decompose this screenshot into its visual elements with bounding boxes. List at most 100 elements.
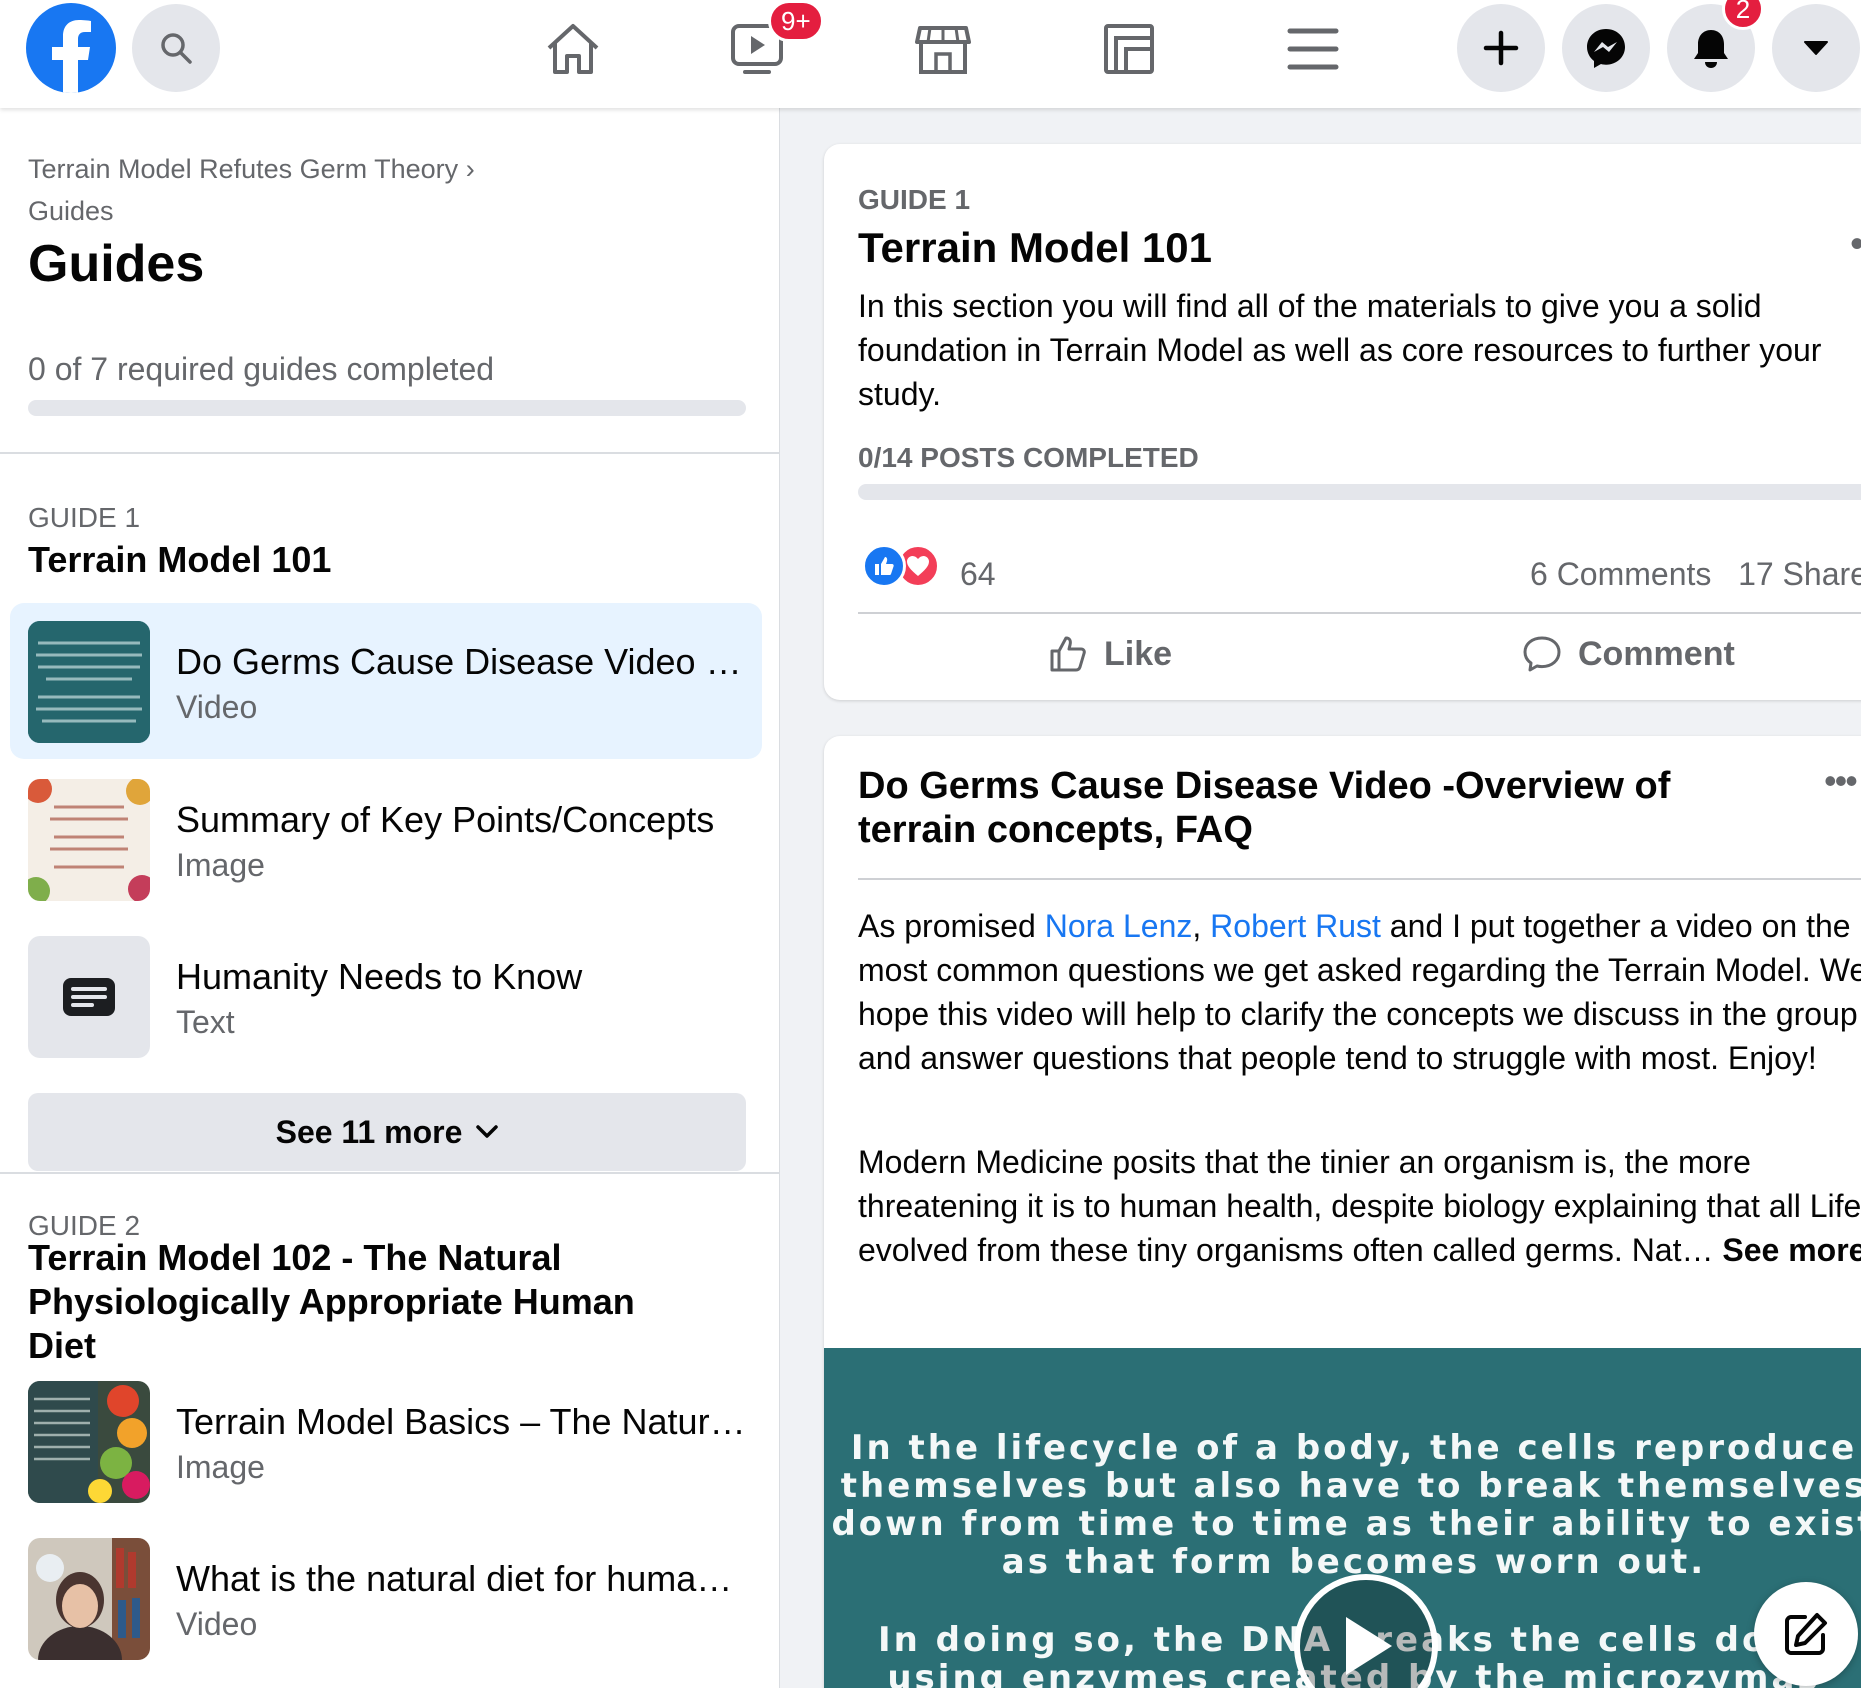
item-thumbnail [28,779,150,901]
video-text-line: down from time to time as their ability … [831,1504,1861,1544]
post-text-segment: , [1192,908,1211,944]
like-label: Like [1104,634,1173,673]
guide-summary-card: GUIDE 1 Terrain Model 101 • In this sect… [824,144,1861,700]
breadcrumb-separator: › [465,154,475,184]
post-paragraph-1: As promised Nora Lenz, Robert Rust and I… [858,904,1861,1080]
posts-completed-text: 0/14 POSTS COMPLETED [858,442,1199,473]
guide-item-type: Image [176,847,265,883]
item-thumbnail [28,1381,150,1503]
search-button[interactable] [132,4,220,92]
play-button[interactable] [1294,1574,1438,1688]
engagement-summary: 6 Comments 17 Shares [1530,556,1861,593]
post-title[interactable]: Do Germs Cause Disease Video -Overview o… [858,764,1738,852]
marketplace-tab[interactable] [908,14,978,84]
video-text-line: themselves but also have to break themse… [840,1466,1861,1506]
see-more-link[interactable]: See more [1722,1232,1861,1268]
video-text-line: as that form becomes worn out. [1001,1542,1707,1582]
guide-item[interactable]: Terrain Model Basics – The Natural Diet … [10,1363,762,1519]
breadcrumb: Terrain Model Refutes Germ Theory › [28,154,475,185]
home-icon [547,24,599,74]
guides-progress-bar [28,400,746,416]
marketplace-icon [915,26,971,74]
guide-item-title: Do Germs Cause Disease Video -Overview o… [176,641,746,682]
guide-2-title-line: Terrain Model 102 - The Natural [28,1237,562,1278]
comment-icon [1523,636,1561,672]
mention-link[interactable]: Nora Lenz [1045,908,1193,944]
guide-item-title: What is the natural diet for humans? [176,1558,746,1599]
breadcrumb-current: Guides [28,196,114,226]
divider [858,612,1861,614]
watch-badge: 9+ [768,0,824,42]
messenger-button[interactable] [1562,4,1650,92]
item-thumbnail [28,936,150,1058]
groups-icon [1104,24,1154,74]
top-navigation-bar: 9+ 2 [0,0,1861,108]
guide-item-title: Terrain Model Basics – The Natural Diet [176,1401,746,1442]
guide-item[interactable]: Do Germs Cause Disease Video -Overview o… [10,603,762,759]
guide-1-label: GUIDE 1 [28,502,141,533]
guide-item-type: Video [176,689,258,725]
guide-item-type: Text [176,1004,235,1040]
guide-card-title: Terrain Model 101 [858,224,1213,271]
guide-item-title: Humanity Needs to Know [176,956,583,997]
plus-icon [1483,30,1519,66]
post-paragraph-2: Modern Medicine posits that the tinier a… [858,1140,1861,1272]
compose-icon [1785,1613,1827,1655]
posts-progress-bar [858,484,1861,500]
facebook-logo-icon[interactable] [26,3,116,93]
account-button[interactable] [1772,4,1860,92]
like-button[interactable]: Like [1048,634,1172,674]
comment-label: Comment [1578,634,1735,673]
thumbs-up-icon [1050,636,1086,672]
guide-1-title[interactable]: Terrain Model 101 [28,538,331,582]
guide-item[interactable]: What is the natural diet for humans? Vid… [10,1520,762,1676]
guides-sidebar: Terrain Model Refutes Germ Theory › Guid… [0,108,780,1688]
guide-2-title[interactable]: Terrain Model 102 - The Natural Physiolo… [28,1236,635,1368]
mention-link[interactable]: Robert Rust [1210,908,1381,944]
guide-2-title-line: Physiologically Appropriate Human [28,1281,635,1322]
divider [0,1172,779,1174]
caret-down-icon [1804,41,1828,55]
home-tab[interactable] [538,14,608,84]
new-message-button[interactable] [1754,1582,1858,1686]
guide-item-type: Video [176,1606,258,1642]
more-options-icon[interactable]: ••• [1824,760,1858,802]
guide-card-label: GUIDE 1 [858,184,971,215]
comment-button[interactable]: Comment [1522,634,1735,674]
hamburger-icon [1287,28,1339,70]
guide-item[interactable]: Summary of Key Points/Concepts Image [10,761,762,917]
divider [858,878,1861,880]
post-text-segment: Modern Medicine posits that the tinier a… [858,1144,1861,1268]
guide-card-description: In this section you will find all of the… [858,288,1822,412]
guide-item[interactable]: Humanity Needs to Know Text [10,918,762,1074]
video-player[interactable]: In the lifecycle of a body, the cells re… [824,1348,1861,1688]
post-text-segment: As promised [858,908,1045,944]
messenger-icon [1587,29,1625,68]
play-icon [1346,1617,1392,1675]
menu-tab[interactable] [1278,14,1348,84]
groups-tab[interactable] [1094,14,1164,84]
guide-item-title: Summary of Key Points/Concepts [176,799,715,840]
reaction-count[interactable]: 64 [960,556,996,593]
guide-post-card: Do Germs Cause Disease Video -Overview o… [824,736,1861,1688]
breadcrumb-group-link[interactable]: Terrain Model Refutes Germ Theory [28,154,458,184]
guide-2-title-line: Diet [28,1325,97,1366]
bell-icon [1694,30,1728,68]
comment-count[interactable]: 6 Comments [1530,556,1711,592]
item-thumbnail [28,621,150,743]
chevron-down-icon [476,1125,499,1138]
divider [0,452,779,454]
search-icon [161,33,192,64]
like-reaction-icon [862,544,906,588]
share-count[interactable]: 17 Shares [1738,556,1861,592]
see-more-label: See 11 more [275,1113,463,1150]
guides-progress-text: 0 of 7 required guides completed [28,351,495,387]
item-thumbnail [28,1538,150,1660]
guide-item-type: Image [176,1449,265,1485]
video-text-line: In the lifecycle of a body, the cells re… [850,1428,1858,1468]
see-more-button[interactable]: See 11 more [28,1093,746,1171]
more-options-icon[interactable]: • [1850,222,1861,267]
text-post-icon [63,978,115,1016]
create-button[interactable] [1457,4,1545,92]
page-title: Guides [28,235,205,293]
